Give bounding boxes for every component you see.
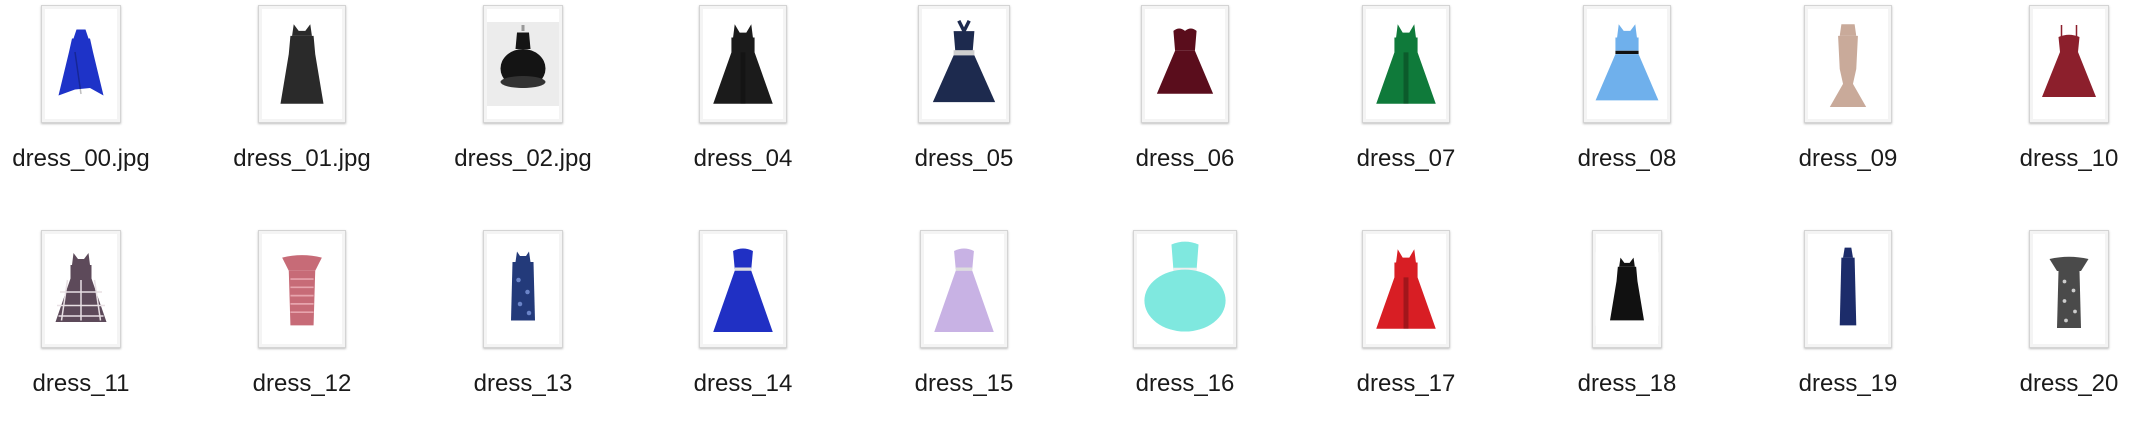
file-item[interactable]: dress_11 xyxy=(0,230,181,430)
file-item[interactable]: dress_10 xyxy=(1969,5,2144,205)
dress-image xyxy=(922,15,1006,113)
dress-thumbnail-icon[interactable] xyxy=(1592,230,1662,348)
file-item[interactable]: dress_14 xyxy=(643,230,843,430)
dress-image xyxy=(1138,234,1232,344)
file-item[interactable]: dress_02.jpg xyxy=(423,5,623,205)
dress-thumbnail-icon[interactable] xyxy=(699,5,787,123)
dress-thumbnail-icon[interactable] xyxy=(918,5,1010,123)
file-item[interactable]: dress_07 xyxy=(1306,5,1506,205)
file-name-label: dress_07 xyxy=(1356,145,1456,172)
file-name-label: dress_15 xyxy=(914,370,1014,397)
dress-thumbnail-icon[interactable] xyxy=(2029,5,2109,123)
dress-image xyxy=(1595,252,1659,326)
file-item[interactable]: dress_18 xyxy=(1527,230,1727,430)
file-item[interactable]: dress_04 xyxy=(643,5,843,205)
dress-image xyxy=(45,247,117,331)
file-name-label: dress_01.jpg xyxy=(233,145,371,172)
dress-thumbnail-icon[interactable] xyxy=(483,230,563,348)
dress-thumbnail-icon[interactable] xyxy=(1583,5,1671,123)
file-item[interactable]: dress_17 xyxy=(1306,230,1506,430)
dress-thumbnail-icon[interactable] xyxy=(41,5,121,123)
file-name-label: dress_10 xyxy=(2019,145,2119,172)
dress-thumbnail-icon[interactable] xyxy=(41,230,121,348)
file-item[interactable]: dress_12 xyxy=(202,230,402,430)
dress-image xyxy=(487,22,559,106)
dress-thumbnail-icon[interactable] xyxy=(1141,5,1229,123)
file-item[interactable]: dress_20 xyxy=(1969,230,2144,430)
file-item[interactable]: dress_13 xyxy=(423,230,623,430)
dress-thumbnail-icon[interactable] xyxy=(483,5,563,123)
dress-thumbnail-icon[interactable] xyxy=(920,230,1008,348)
file-name-label: dress_17 xyxy=(1356,370,1456,397)
dress-image xyxy=(45,22,117,106)
file-name-label: dress_06 xyxy=(1135,145,1235,172)
file-name-label: dress_09 xyxy=(1798,145,1898,172)
dress-image xyxy=(1587,17,1667,111)
dress-image xyxy=(262,17,342,111)
dress-image xyxy=(1808,17,1888,111)
dress-image xyxy=(703,242,783,336)
file-item[interactable]: dress_16 xyxy=(1085,230,1285,430)
file-item[interactable]: dress_00.jpg xyxy=(0,5,181,205)
dress-image xyxy=(1145,17,1225,111)
file-name-label: dress_19 xyxy=(1798,370,1898,397)
file-item[interactable]: dress_19 xyxy=(1748,230,1948,430)
dress-thumbnail-icon[interactable] xyxy=(2029,230,2109,348)
dress-thumbnail-icon[interactable] xyxy=(258,230,346,348)
file-name-label: dress_13 xyxy=(473,370,573,397)
dress-thumbnail-icon[interactable] xyxy=(258,5,346,123)
file-item[interactable]: dress_08 xyxy=(1527,5,1727,205)
dress-thumbnail-icon[interactable] xyxy=(1362,230,1450,348)
file-name-label: dress_11 xyxy=(32,370,130,397)
file-name-label: dress_04 xyxy=(693,145,793,172)
file-item[interactable]: dress_06 xyxy=(1085,5,1285,205)
file-item[interactable]: dress_15 xyxy=(864,230,1064,430)
dress-image xyxy=(924,242,1004,336)
dress-thumbnail-icon[interactable] xyxy=(1804,5,1892,123)
file-name-label: dress_12 xyxy=(252,370,352,397)
dress-image xyxy=(2033,247,2105,331)
file-item[interactable]: dress_05 xyxy=(864,5,1064,205)
dress-image xyxy=(487,247,559,331)
dress-image xyxy=(1366,17,1446,111)
dress-image xyxy=(2033,22,2105,106)
file-name-label: dress_00.jpg xyxy=(12,145,150,172)
file-name-label: dress_02.jpg xyxy=(454,145,592,172)
dress-image xyxy=(1366,242,1446,336)
dress-thumbnail-icon[interactable] xyxy=(1133,230,1237,348)
file-item[interactable]: dress_01.jpg xyxy=(202,5,402,205)
file-item[interactable]: dress_09 xyxy=(1748,5,1948,205)
file-name-label: dress_08 xyxy=(1577,145,1677,172)
file-name-label: dress_14 xyxy=(693,370,793,397)
file-name-label: dress_16 xyxy=(1135,370,1235,397)
file-name-label: dress_18 xyxy=(1577,370,1677,397)
dress-thumbnail-icon[interactable] xyxy=(699,230,787,348)
dress-thumbnail-icon[interactable] xyxy=(1804,230,1892,348)
file-icon-grid: dress_00.jpg dress_01.jpg dress_02.jpg d… xyxy=(0,0,2144,418)
file-name-label: dress_05 xyxy=(914,145,1014,172)
dress-thumbnail-icon[interactable] xyxy=(1362,5,1450,123)
dress-image xyxy=(703,17,783,111)
dress-image xyxy=(1808,242,1888,336)
dress-image xyxy=(262,242,342,336)
file-name-label: dress_20 xyxy=(2019,370,2119,397)
